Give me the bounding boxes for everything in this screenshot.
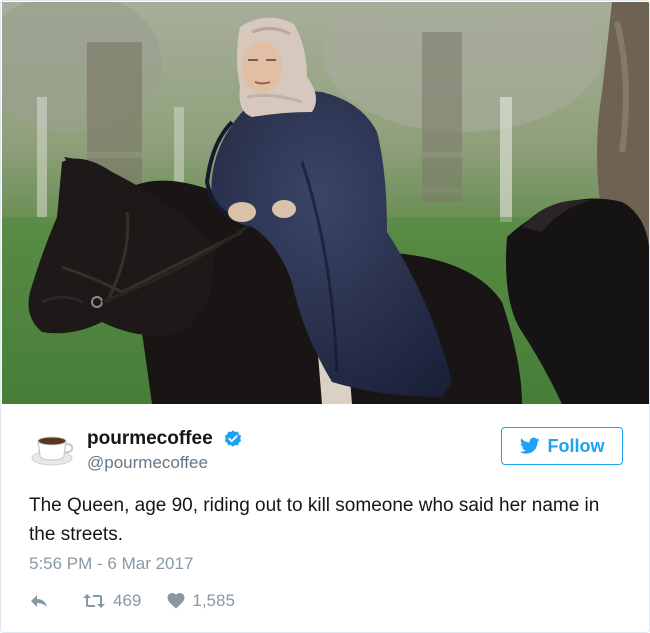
retweet-button[interactable]: 469	[82, 591, 141, 611]
reply-arrow-icon	[31, 595, 47, 607]
coffee-cup-icon	[31, 436, 74, 466]
heart-icon	[167, 593, 185, 609]
retweet-icon	[83, 594, 105, 608]
tweet-actions: 469 1,585	[29, 589, 261, 613]
tweet-card: pourmecoffee @pourmecoffee Follow The Qu…	[0, 0, 650, 633]
photo-queen-on-horseback	[2, 2, 649, 404]
avatar[interactable]	[29, 425, 77, 473]
reply-button[interactable]	[29, 593, 56, 609]
verified-badge-icon	[225, 430, 242, 447]
tweet-timestamp[interactable]: 5:56 PM - 6 Mar 2017	[29, 554, 193, 574]
like-count: 1,585	[192, 591, 235, 610]
twitter-bird-icon	[519, 437, 540, 454]
user-names: pourmecoffee @pourmecoffee	[87, 428, 243, 473]
tweet-header: pourmecoffee @pourmecoffee Follow	[29, 425, 625, 477]
retweet-count: 469	[113, 591, 142, 610]
like-button[interactable]: 1,585	[167, 591, 235, 611]
follow-button[interactable]: Follow	[501, 427, 623, 465]
follow-label: Follow	[547, 435, 605, 456]
display-name[interactable]: pourmecoffee	[87, 428, 213, 450]
user-handle[interactable]: @pourmecoffee	[87, 453, 243, 473]
tweet-text: The Queen, age 90, riding out to kill so…	[29, 495, 600, 545]
tweet-photo[interactable]	[2, 2, 649, 404]
